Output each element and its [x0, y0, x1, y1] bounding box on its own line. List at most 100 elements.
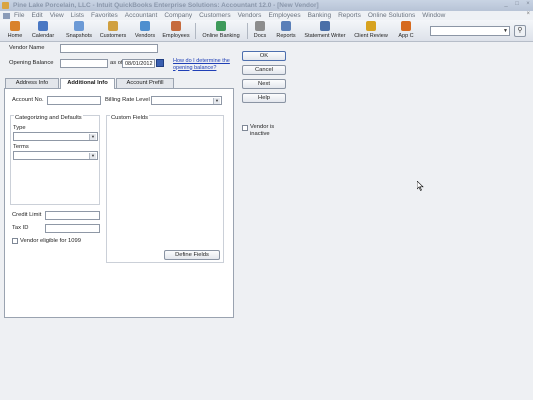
menu-bar: File Edit View Lists Favorites Accountan…: [0, 11, 533, 20]
opening-balance-field[interactable]: [60, 59, 108, 68]
tab-additional-info[interactable]: Additional Info: [60, 78, 115, 89]
chevron-down-icon: ▼: [89, 134, 96, 140]
home-icon: [10, 21, 20, 31]
account-no-label: Account No.: [12, 97, 44, 103]
type-label: Type: [13, 125, 26, 131]
toolbar-reports[interactable]: Reports: [273, 21, 299, 39]
close-button[interactable]: ×: [523, 0, 533, 9]
menu-banking[interactable]: Banking: [308, 12, 332, 19]
menu-edit[interactable]: Edit: [31, 12, 42, 19]
eligible-1099-checkbox[interactable]: [12, 238, 18, 244]
app-center-icon: [401, 21, 411, 31]
calendar-icon: [38, 21, 48, 31]
minimize-button[interactable]: _: [501, 0, 511, 9]
quickbooks-logo-icon: [2, 2, 9, 9]
vendor-name-label: Vendor Name: [9, 45, 45, 51]
docs-icon: [255, 21, 265, 31]
toolbar-separator: [195, 23, 196, 39]
mouse-pointer-icon: [417, 181, 424, 191]
next-button[interactable]: Next: [242, 79, 286, 89]
window-title: Pine Lake Porcelain, LLC - Intuit QuickB…: [13, 2, 319, 9]
toolbar-home[interactable]: Home: [4, 21, 26, 39]
menu-view[interactable]: View: [50, 12, 64, 19]
toolbar-calendar[interactable]: Calendar: [28, 21, 58, 39]
toolbar-docs[interactable]: Docs: [250, 21, 270, 39]
as-of-date-field[interactable]: 08/01/2012: [122, 59, 155, 68]
menu-file[interactable]: File: [14, 12, 24, 19]
cancel-button[interactable]: Cancel: [242, 65, 286, 75]
toolbar-client-review-label: Client Review: [354, 33, 388, 39]
search-icon: ⚲: [517, 27, 523, 34]
custom-fields-title: Custom Fields: [110, 115, 150, 121]
vendors-icon: [140, 21, 150, 31]
toolbar-reports-label: Reports: [276, 33, 296, 39]
custom-fields-group: Custom Fields Define Fields: [106, 115, 224, 263]
customers-icon: [108, 21, 118, 31]
document-close-button[interactable]: ×: [526, 11, 530, 17]
toolbar-online-banking-label: Online Banking: [202, 33, 240, 39]
employees-icon: [171, 21, 181, 31]
opening-balance-label: Opening Balance: [9, 60, 54, 66]
calendar-picker-icon[interactable]: [156, 59, 164, 67]
menu-accountant[interactable]: Accountant: [125, 12, 158, 19]
toolbar-statement-writer[interactable]: Statement Writer: [301, 21, 349, 39]
toolbar-separator: [247, 23, 248, 39]
account-no-field[interactable]: [47, 96, 101, 105]
opening-balance-help-link[interactable]: How do I determine the opening balance?: [173, 58, 233, 71]
credit-limit-label: Credit Limit: [12, 212, 42, 218]
toolbar-app-center-label: App C: [398, 33, 414, 39]
toolbar-app-center[interactable]: App C: [395, 21, 417, 39]
categorizing-defaults-title: Categorizing and Defaults: [14, 115, 83, 121]
toolbar-snapshots-label: Snapshots: [66, 33, 92, 39]
online-banking-icon: [216, 21, 226, 31]
billing-rate-level-label: Billing Rate Level: [105, 97, 150, 103]
document-menu-icon[interactable]: [3, 12, 10, 19]
toolbar-docs-label: Docs: [253, 33, 267, 39]
search-input[interactable]: ▼: [430, 26, 510, 36]
tab-address-info[interactable]: Address Info: [5, 78, 59, 88]
categorizing-defaults-group: Categorizing and Defaults Type ▼ Terms ▼: [10, 115, 100, 205]
as-of-label: as of: [110, 60, 123, 66]
menu-online-solutions[interactable]: Online Solutions: [368, 12, 415, 19]
toolbar-client-review[interactable]: Client Review: [351, 21, 391, 39]
vendor-inactive-checkbox[interactable]: [242, 125, 248, 131]
toolbar-online-banking[interactable]: Online Banking: [198, 21, 244, 39]
menu-window[interactable]: Window: [422, 12, 445, 19]
menu-company[interactable]: Company: [164, 12, 192, 19]
chevron-down-icon: ▼: [503, 28, 508, 34]
menu-customers[interactable]: Customers: [199, 12, 230, 19]
type-select[interactable]: ▼: [13, 132, 98, 141]
menu-reports[interactable]: Reports: [338, 12, 361, 19]
toolbar-vendors[interactable]: Vendors: [131, 21, 159, 39]
menu-lists[interactable]: Lists: [71, 12, 84, 19]
toolbar-customers[interactable]: Customers: [97, 21, 129, 39]
vendor-name-field[interactable]: [60, 44, 158, 53]
define-fields-button[interactable]: Define Fields: [164, 250, 220, 260]
vendor-inactive-label: Vendor is inactive: [250, 124, 275, 137]
search-button[interactable]: ⚲: [514, 25, 526, 37]
snapshots-icon: [74, 21, 84, 31]
menu-vendors[interactable]: Vendors: [238, 12, 262, 19]
terms-select[interactable]: ▼: [13, 151, 98, 160]
help-button[interactable]: Help: [242, 93, 286, 103]
new-vendor-form: Vendor Name Opening Balance as of 08/01/…: [0, 42, 533, 400]
chevron-down-icon: ▼: [89, 153, 96, 159]
as-of-date-value: 08/01/2012: [125, 61, 153, 67]
billing-rate-level-select[interactable]: ▼: [151, 96, 222, 105]
ok-button[interactable]: OK: [242, 51, 286, 61]
chevron-down-icon: ▼: [213, 98, 220, 104]
additional-info-panel: Account No. Billing Rate Level ▼ Categor…: [4, 88, 234, 318]
title-bar: Pine Lake Porcelain, LLC - Intuit QuickB…: [0, 0, 533, 11]
menu-employees[interactable]: Employees: [268, 12, 300, 19]
toolbar-employees[interactable]: Employees: [160, 21, 192, 39]
tab-account-prefill[interactable]: Account Prefill: [116, 78, 174, 88]
maximize-button[interactable]: □: [512, 0, 522, 9]
client-review-icon: [366, 21, 376, 31]
toolbar-snapshots[interactable]: Snapshots: [62, 21, 96, 39]
menu-favorites[interactable]: Favorites: [91, 12, 118, 19]
tax-id-field[interactable]: [45, 224, 100, 233]
terms-label: Terms: [13, 144, 29, 150]
statement-writer-icon: [320, 21, 330, 31]
reports-icon: [281, 21, 291, 31]
credit-limit-field[interactable]: [45, 211, 100, 220]
